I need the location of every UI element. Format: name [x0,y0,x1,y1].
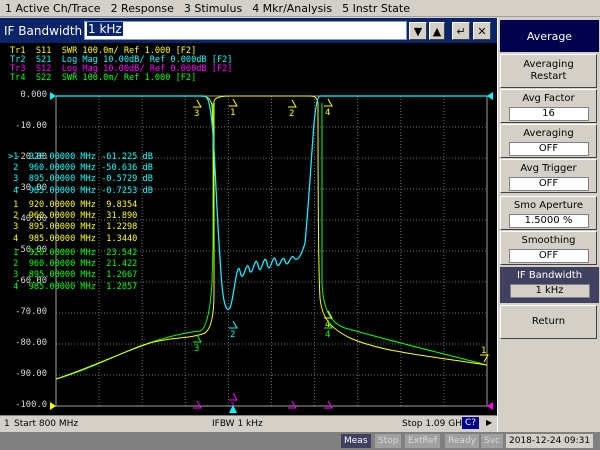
marker-row-s11: 4 985.00000 MHz 1.3440 [8,233,138,244]
marker-s12-2-icon [288,400,297,409]
y-axis-label: -10.00 [15,121,47,131]
marker-3-icon-label: 3 [194,109,199,119]
chevron-down-icon[interactable]: ▼ [409,22,427,40]
ref-arrow-left-icon [50,92,56,100]
measurement-display[interactable]: 1324234411 Tr1 S11 SWR 100.0m/ Ref 1.000… [0,43,497,415]
avg-factor-button[interactable]: Avg Factor 16 [500,89,597,123]
averaging-restart-label: Averaging Restart [523,59,574,82]
y-axis-label: 0.000 [20,90,47,100]
close-icon[interactable]: ✕ [473,22,491,40]
ref-arrow-bottom-right-icon [487,402,493,410]
marker-row-s22: 2 960.00000 MHz 21.422 [8,259,138,270]
if-bandwidth-status: IFBW 1 kHz [212,419,263,429]
smo-aperture-button[interactable]: Smo Aperture 1.5000 % [500,196,597,230]
softkey-title: Average [500,20,599,52]
marker-4-icon [324,98,333,107]
smo-aperture-value: 1.5000 % [508,214,589,228]
softkey-panel: Average Averaging Restart Avg Factor 16 … [497,18,600,432]
avg-trigger-value: OFF [508,177,589,191]
avg-trigger-button[interactable]: Avg Trigger OFF [500,159,597,193]
marker-s22-4-icon-label: 4 [325,330,330,340]
meas-indicator: Meas [341,434,371,448]
instrument-status-bar: Meas Stop ExtRef Ready Svc 2018-12-24 09… [0,432,600,450]
marker-row-s21: 4 985.00000 MHz -0.7253 dB [8,185,153,196]
marker-1-icon [229,98,238,107]
menu-bar: 1 Active Ch/Trace 2 Response 3 Stimulus … [0,0,600,17]
marker-row-s22: 1 920.00000 MHz 23.542 [8,248,138,258]
ready-indicator: Ready [445,434,479,448]
marker-s21-icon [229,320,238,329]
entry-value: 1 kHz [87,22,123,36]
marker-row-s11: 2 960.00000 MHz 31.890 [8,211,138,222]
entry-input[interactable]: 1 kHz [84,21,407,40]
return-label: Return [531,316,566,327]
if-bandwidth-label: IF Bandwidth [516,270,583,281]
ref-arrow-right-icon [487,92,493,100]
stop-frequency: Stop 1.09 GHz [402,419,467,429]
y-axis-label: -100.0 [15,400,47,410]
ref-arrow-bottom-icon [50,402,56,410]
marker-s12-3-icon [193,400,202,409]
marker-row-s21: 3 895.00000 MHz -0.5729 dB [8,174,153,185]
datetime-display: 2018-12-24 09:31 [506,434,594,448]
return-button[interactable]: Return [500,305,597,339]
marker-3-icon [193,99,202,108]
marker-s12-4-icon [324,400,333,409]
enter-icon[interactable]: ↵ [452,22,470,40]
entry-label: IF Bandwidth [4,23,83,38]
marker-row-s22: 3 895.00000 MHz 1.2667 [8,270,138,281]
stop-indicator: Stop [375,434,402,448]
avg-factor-value: 16 [508,107,589,121]
if-bandwidth-button[interactable]: IF Bandwidth 1 kHz [500,267,599,303]
marker-s11-end-icon-label: 1 [481,346,486,356]
channel-status-bar: 1 Start 800 MHz IFBW 1 kHz Stop 1.09 GHz… [0,415,497,432]
chevron-up-icon[interactable]: ▲ [429,22,445,40]
marker-row-s11: 3 895.00000 MHz 1.2298 [8,222,138,233]
averaging-label: Averaging [523,128,574,139]
start-frequency: Start 800 MHz [14,419,79,429]
trace-4-header[interactable]: Tr4 S22 SWR 100.0m/ Ref 1.000 [F2] [10,73,196,84]
marker-row-s11: 1 920.00000 MHz 9.8354 [8,200,138,210]
scroll-arrow-icon[interactable]: ▶ [486,418,492,427]
extref-indicator: ExtRef [405,434,441,448]
averaging-button[interactable]: Averaging OFF [500,124,597,158]
menu-response[interactable]: 2 Response [106,0,179,17]
svc-indicator: Svc [481,434,503,448]
menu-instr-state[interactable]: 5 Instr State [337,0,415,17]
marker-s12-icon [229,392,238,401]
marker-row-s21: 2 960.00000 MHz -50.636 dB [8,163,153,174]
marker-1-icon-label: 1 [230,108,235,118]
channel-number: 1 [4,419,10,429]
smoothing-value: OFF [508,249,589,263]
correction-badge: C? [462,417,480,429]
y-axis-label: -70.00 [15,307,47,317]
marker-row-s22: 4 985.00000 MHz 1.2857 [8,281,138,292]
smoothing-label: Smoothing [521,235,576,246]
avg-factor-label: Avg Factor [522,93,575,104]
averaging-value: OFF [508,142,589,156]
marker-s21-icon-label: 2 [230,330,235,340]
marker-2-icon [288,99,297,108]
marker-2-icon-label: 2 [289,109,294,119]
menu-active-ch-trace[interactable]: 1 Active Ch/Trace [0,0,106,17]
if-bandwidth-value: 1 kHz [509,284,590,298]
entry-bar: IF Bandwidth 1 kHz ▼ ▲ ↵ ✕ [0,18,497,43]
marker-row-s21: >1 920.00000 MHz -61.225 dB [8,152,153,162]
menu-mkr-analysis[interactable]: 4 Mkr/Analysis [247,0,337,17]
marker-4-icon-label: 4 [325,108,330,118]
averaging-restart-button[interactable]: Averaging Restart [500,54,597,88]
marker-s22-3-icon-label: 3 [194,344,199,354]
y-axis-label: -90.00 [15,369,47,379]
smoothing-button[interactable]: Smoothing OFF [500,231,597,265]
y-axis-label: -80.00 [15,338,47,348]
menu-stimulus[interactable]: 3 Stimulus [179,0,247,17]
smo-aperture-label: Smo Aperture [513,200,584,211]
avg-trigger-label: Avg Trigger [520,163,577,174]
